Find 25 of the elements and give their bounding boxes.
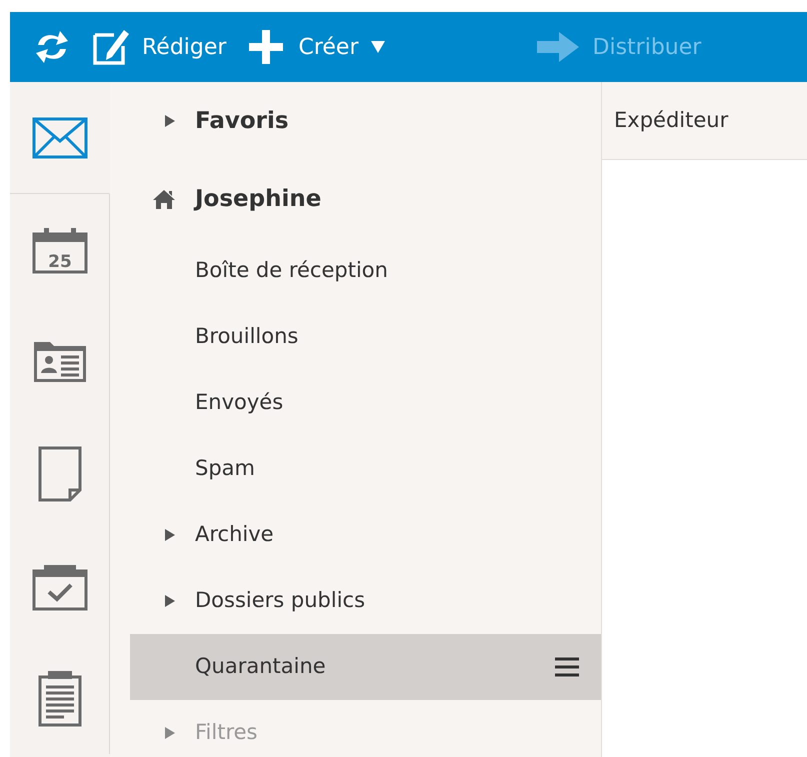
create-button[interactable]: Créer [246,27,385,67]
envelope-icon [32,116,88,158]
menu-icon [555,657,579,677]
arrow-right-icon [534,29,581,65]
folder-item[interactable]: Dossiers publics [130,568,601,634]
clipboard-list-icon [38,669,82,727]
expand-arrow-icon [165,595,175,607]
folder-item[interactable]: Spam [130,436,601,502]
page-icon [38,446,82,502]
folder-item[interactable]: Brouillons [130,304,601,370]
expand-arrow-icon [165,115,175,127]
folder-item[interactable]: Archive [130,502,601,568]
folder-item[interactable]: Quarantaine [130,634,601,700]
folder-group[interactable]: Josephine [130,160,601,238]
caret-icon [370,41,385,53]
compose-button[interactable]: Rédiger [92,28,226,66]
folder-item[interactable]: Boîte de réception [130,238,601,304]
sidebar-tab[interactable]: 25 [10,194,110,306]
expand-arrow-icon [165,727,175,739]
folder-item[interactable]: Envoyés [130,370,601,436]
home-icon [153,189,175,209]
edit-icon [92,28,130,66]
expand-arrow-icon [165,529,175,541]
folder-group[interactable]: Favoris [130,82,601,160]
contact-card-icon [32,340,88,384]
